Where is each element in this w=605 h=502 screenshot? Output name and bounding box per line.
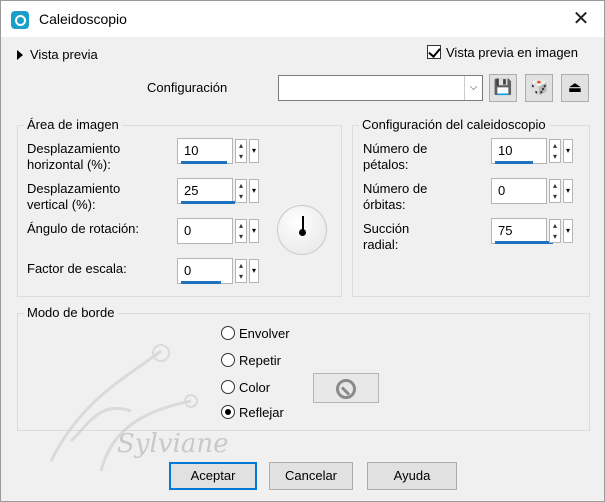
petals-spinner[interactable]: 10 ▴ ▾ ▾ xyxy=(491,136,581,166)
suction-label: Succión radial: xyxy=(363,221,410,252)
chevron-down-icon: ⌵ xyxy=(464,76,482,100)
rotation-input[interactable]: 0 xyxy=(177,218,233,244)
border-mode-title: Modo de borde xyxy=(24,305,118,320)
border-option-color[interactable]: Color xyxy=(221,380,270,395)
radio-icon xyxy=(221,326,235,340)
spin-arrows-icon[interactable]: ▴ ▾ xyxy=(549,179,561,203)
border-option-envolver[interactable]: Envolver xyxy=(221,326,290,341)
help-button[interactable]: Ayuda xyxy=(367,462,457,490)
spin-dropdown-icon[interactable]: ▾ xyxy=(563,139,573,163)
app-icon xyxy=(11,11,29,29)
v-offset-label: Desplazamiento vertical (%): xyxy=(27,181,121,212)
randomize-button[interactable]: 🎲 xyxy=(525,74,553,102)
scale-label: Factor de escala: xyxy=(27,261,127,276)
expand-arrow-icon xyxy=(17,50,23,60)
radio-icon xyxy=(221,380,235,394)
window-title: Caleidoscopio xyxy=(39,11,127,27)
border-color-swatch[interactable] xyxy=(313,373,379,403)
scale-spinner[interactable]: 0 ▴ ▾ ▾ xyxy=(177,256,267,286)
save-icon: 💾 xyxy=(493,79,513,96)
kaleido-config-title: Configuración del caleidoscopio xyxy=(359,117,549,132)
rotation-spinner[interactable]: 0 ▴ ▾ ▾ xyxy=(177,216,267,246)
spin-arrows-icon[interactable]: ▴ ▾ xyxy=(235,219,247,243)
spin-dropdown-icon[interactable]: ▾ xyxy=(249,179,259,203)
h-offset-label: Desplazamiento horizontal (%): xyxy=(27,141,121,172)
save-preset-button[interactable]: 💾 xyxy=(489,74,517,102)
rotation-label: Ángulo de rotación: xyxy=(27,221,140,236)
caleidoscopio-dialog: Caleidoscopio ✕ Vista previa Vista previ… xyxy=(0,0,605,502)
v-offset-spinner[interactable]: 25 ▴ ▾ ▾ xyxy=(177,176,267,206)
checkbox-checked-icon xyxy=(427,45,441,59)
spin-arrows-icon[interactable]: ▴ ▾ xyxy=(549,219,561,243)
watermark-text: Sylviane xyxy=(117,429,229,459)
title-bar: Caleidoscopio ✕ xyxy=(1,1,604,37)
close-button[interactable]: ✕ xyxy=(558,1,604,37)
orbits-spinner[interactable]: 0 ▴ ▾ ▾ xyxy=(491,176,581,206)
watermark-flourish xyxy=(49,344,198,472)
cancel-button[interactable]: Cancelar xyxy=(269,462,353,490)
spin-arrows-icon[interactable]: ▴ ▾ xyxy=(235,259,247,283)
border-option-repetir[interactable]: Repetir xyxy=(221,353,281,368)
h-offset-slider[interactable] xyxy=(181,161,227,164)
spin-dropdown-icon[interactable]: ▾ xyxy=(249,219,259,243)
dial-center xyxy=(299,229,306,236)
spin-dropdown-icon[interactable]: ▾ xyxy=(249,259,259,283)
petals-slider[interactable] xyxy=(495,161,533,164)
radio-icon xyxy=(221,353,235,367)
live-preview-checkbox[interactable]: Vista previa en imagen xyxy=(427,45,578,60)
v-offset-slider[interactable] xyxy=(181,201,235,204)
spin-arrows-icon[interactable]: ▴ ▾ xyxy=(549,139,561,163)
petals-label: Número de pétalos: xyxy=(363,141,428,172)
prohibited-icon xyxy=(336,379,356,399)
spin-dropdown-icon[interactable]: ▾ xyxy=(563,179,573,203)
radio-selected-icon xyxy=(221,405,235,419)
h-offset-spinner[interactable]: 10 ▴ ▾ ▾ xyxy=(177,136,267,166)
reset-icon: ⏏ xyxy=(567,79,583,96)
spin-dropdown-icon[interactable]: ▾ xyxy=(249,139,259,163)
orbits-label: Número de órbitas: xyxy=(363,181,428,212)
border-option-reflejar[interactable]: Reflejar xyxy=(221,405,284,420)
rotation-dial[interactable] xyxy=(277,205,327,255)
preview-label: Vista previa xyxy=(30,47,98,62)
suction-slider[interactable] xyxy=(495,241,553,244)
scale-slider[interactable] xyxy=(181,281,221,284)
spin-dropdown-icon[interactable]: ▾ xyxy=(563,219,573,243)
reset-button[interactable]: ⏏ xyxy=(561,74,589,102)
preview-expander[interactable]: Vista previa xyxy=(17,47,98,62)
orbits-input[interactable]: 0 xyxy=(491,178,547,204)
spin-arrows-icon[interactable]: ▴ ▾ xyxy=(235,179,247,203)
live-preview-label: Vista previa en imagen xyxy=(446,45,579,60)
dice-icon: 🎲 xyxy=(529,79,549,96)
suction-spinner[interactable]: 75 ▴ ▾ ▾ xyxy=(491,216,581,246)
image-area-title: Área de imagen xyxy=(24,117,122,132)
ok-button[interactable]: Aceptar xyxy=(169,462,257,490)
config-label: Configuración xyxy=(147,80,228,95)
spin-arrows-icon[interactable]: ▴ ▾ xyxy=(235,139,247,163)
config-dropdown[interactable]: ⌵ xyxy=(278,75,483,101)
